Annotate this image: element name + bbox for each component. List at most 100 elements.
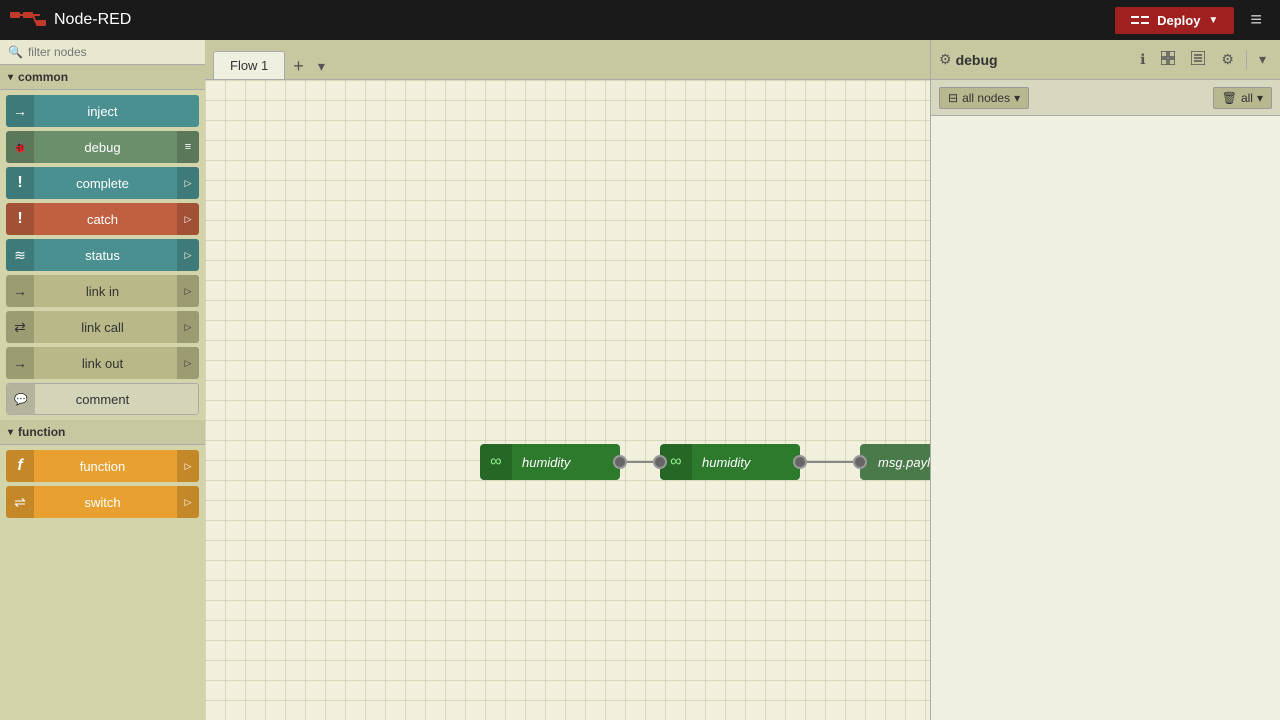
node-switch[interactable]: ⇌ switch ▷	[6, 486, 199, 518]
clear-all-button[interactable]: 🗑 all ▾	[1213, 87, 1272, 109]
mqtt2-label: humidity	[692, 455, 760, 470]
node-link-out[interactable]: → link out ▷	[6, 347, 199, 379]
panel-view-button[interactable]	[1155, 47, 1181, 72]
link-in-port-icon: ▷	[177, 275, 199, 307]
node-link-in[interactable]: → link in ▷	[6, 275, 199, 307]
category-function-label: function	[18, 425, 65, 439]
header-left: Node-RED	[10, 6, 131, 35]
canvas-connections	[205, 80, 930, 720]
main-content: 🔍 ▾ common → inject 🐞 debug ≡ ! comple	[0, 40, 1280, 720]
function-chevron-icon: ▾	[8, 427, 13, 438]
node-catch[interactable]: ! catch ▷	[6, 203, 199, 235]
node-switch-label: switch	[6, 495, 199, 510]
status-icon: ≋	[6, 239, 34, 271]
debug1-label: msg.payload	[868, 455, 930, 470]
node-function[interactable]: f function ▷	[6, 450, 199, 482]
switch-port-icon: ▷	[177, 486, 199, 518]
panel-settings-button[interactable]: ⚙	[1215, 47, 1240, 72]
node-complete-label: complete	[6, 176, 199, 191]
debug-panel-title: debug	[956, 52, 1131, 68]
app-title: Node-RED	[54, 11, 131, 29]
link-call-port-icon: ▷	[177, 311, 199, 343]
debug1-input-port[interactable]	[853, 455, 867, 469]
node-link-call[interactable]: ⇄ link call ▷	[6, 311, 199, 343]
filter-label: all nodes	[962, 91, 1010, 105]
deploy-label: Deploy	[1157, 13, 1200, 28]
tab-flow1-label: Flow 1	[230, 58, 268, 73]
filter-nodes-wrapper: 🔍	[0, 40, 205, 65]
switch-icon: ⇌	[6, 486, 34, 518]
link-in-icon: →	[6, 275, 34, 307]
node-status[interactable]: ≋ status ▷	[6, 239, 199, 271]
debug-panel-icon: ⚙	[939, 51, 952, 68]
canvas-area: Flow 1 + ▾ ∞ humidity	[205, 40, 930, 720]
node-debug-label: debug	[6, 140, 199, 155]
node-status-label: status	[6, 248, 199, 263]
tab-flow1[interactable]: Flow 1	[213, 51, 285, 79]
chevron-down-icon: ▾	[8, 72, 13, 83]
panel-info-button[interactable]: ℹ	[1134, 47, 1151, 72]
node-inject[interactable]: → inject	[6, 95, 199, 127]
node-comment[interactable]: 💬 comment	[6, 383, 199, 415]
canvas-node-mqtt2[interactable]: ∞ humidity	[660, 444, 800, 480]
debug-content-area	[931, 116, 1280, 720]
node-link-in-label: link in	[6, 284, 199, 299]
function-nodes-list: f function ▷ ⇌ switch ▷	[0, 445, 205, 523]
filter-all-nodes-button[interactable]: ⊟ all nodes ▾	[939, 87, 1029, 109]
clear-caret-icon: ▾	[1257, 91, 1263, 105]
debug-panel-toolbar: ⊟ all nodes ▾ 🗑 all ▾	[931, 80, 1280, 116]
debug-panel: ⚙ debug ℹ ⚙ ▾ ⊟ all nodes ▾ 🗑 all ▾	[930, 40, 1280, 720]
mqtt2-input-port[interactable]	[653, 455, 667, 469]
complete-icon: !	[6, 167, 34, 199]
node-catch-label: catch	[6, 212, 199, 227]
node-debug[interactable]: 🐞 debug ≡	[6, 131, 199, 163]
mqtt1-icon: ∞	[480, 444, 512, 480]
clear-label: all	[1241, 91, 1253, 105]
search-icon: 🔍	[8, 45, 23, 59]
mqtt1-output-port[interactable]	[613, 455, 627, 469]
panel-separator	[1246, 50, 1247, 70]
hamburger-button[interactable]: ≡	[1242, 5, 1270, 36]
debug-menu-icon: ≡	[177, 131, 199, 163]
link-out-icon: →	[6, 347, 34, 379]
tab-add-button[interactable]: +	[285, 57, 312, 79]
function-port-icon: ▷	[177, 450, 199, 482]
app-header: Node-RED Deploy ▼ ≡	[0, 0, 1280, 40]
node-comment-label: comment	[7, 392, 198, 407]
trash-icon: 🗑	[1222, 91, 1237, 105]
node-function-label: function	[6, 459, 199, 474]
tab-expand-button[interactable]: ▾	[312, 58, 331, 79]
filter-icon: ⊟	[948, 91, 958, 105]
mqtt1-label: humidity	[512, 455, 580, 470]
debug-panel-header: ⚙ debug ℹ ⚙ ▾	[931, 40, 1280, 80]
category-common-label: common	[18, 70, 68, 84]
catch-icon: !	[6, 203, 34, 235]
debug-icon: 🐞	[6, 131, 34, 163]
header-right: Deploy ▼ ≡	[1115, 5, 1270, 36]
link-out-port-icon: ▷	[177, 347, 199, 379]
panel-expand-button[interactable]: ▾	[1253, 47, 1272, 72]
node-link-out-label: link out	[6, 356, 199, 371]
catch-port-icon: ▷	[177, 203, 199, 235]
common-nodes-list: → inject 🐞 debug ≡ ! complete ▷ ! catch …	[0, 90, 205, 420]
filter-nodes-input[interactable]	[28, 45, 197, 59]
category-common[interactable]: ▾ common	[0, 65, 205, 90]
comment-icon: 💬	[7, 384, 35, 414]
node-inject-label: inject	[6, 104, 199, 119]
node-complete[interactable]: ! complete ▷	[6, 167, 199, 199]
deploy-button[interactable]: Deploy ▼	[1115, 7, 1234, 34]
category-function[interactable]: ▾ function	[0, 420, 205, 445]
canvas-node-mqtt1[interactable]: ∞ humidity	[480, 444, 620, 480]
flow-canvas[interactable]: ∞ humidity ∞ humidity	[205, 80, 930, 720]
canvas-node-debug1[interactable]: msg.payload	[860, 444, 930, 480]
node-link-call-label: link call	[6, 320, 199, 335]
complete-port-icon: ▷	[177, 167, 199, 199]
status-port-icon: ▷	[177, 239, 199, 271]
sidebar: 🔍 ▾ common → inject 🐞 debug ≡ ! comple	[0, 40, 205, 720]
mqtt2-output-port[interactable]	[793, 455, 807, 469]
link-call-icon: ⇄	[6, 311, 34, 343]
filter-caret-icon: ▾	[1014, 91, 1020, 105]
function-icon: f	[6, 450, 34, 482]
tabs-bar: Flow 1 + ▾	[205, 40, 930, 80]
panel-filter-button[interactable]	[1185, 47, 1211, 72]
